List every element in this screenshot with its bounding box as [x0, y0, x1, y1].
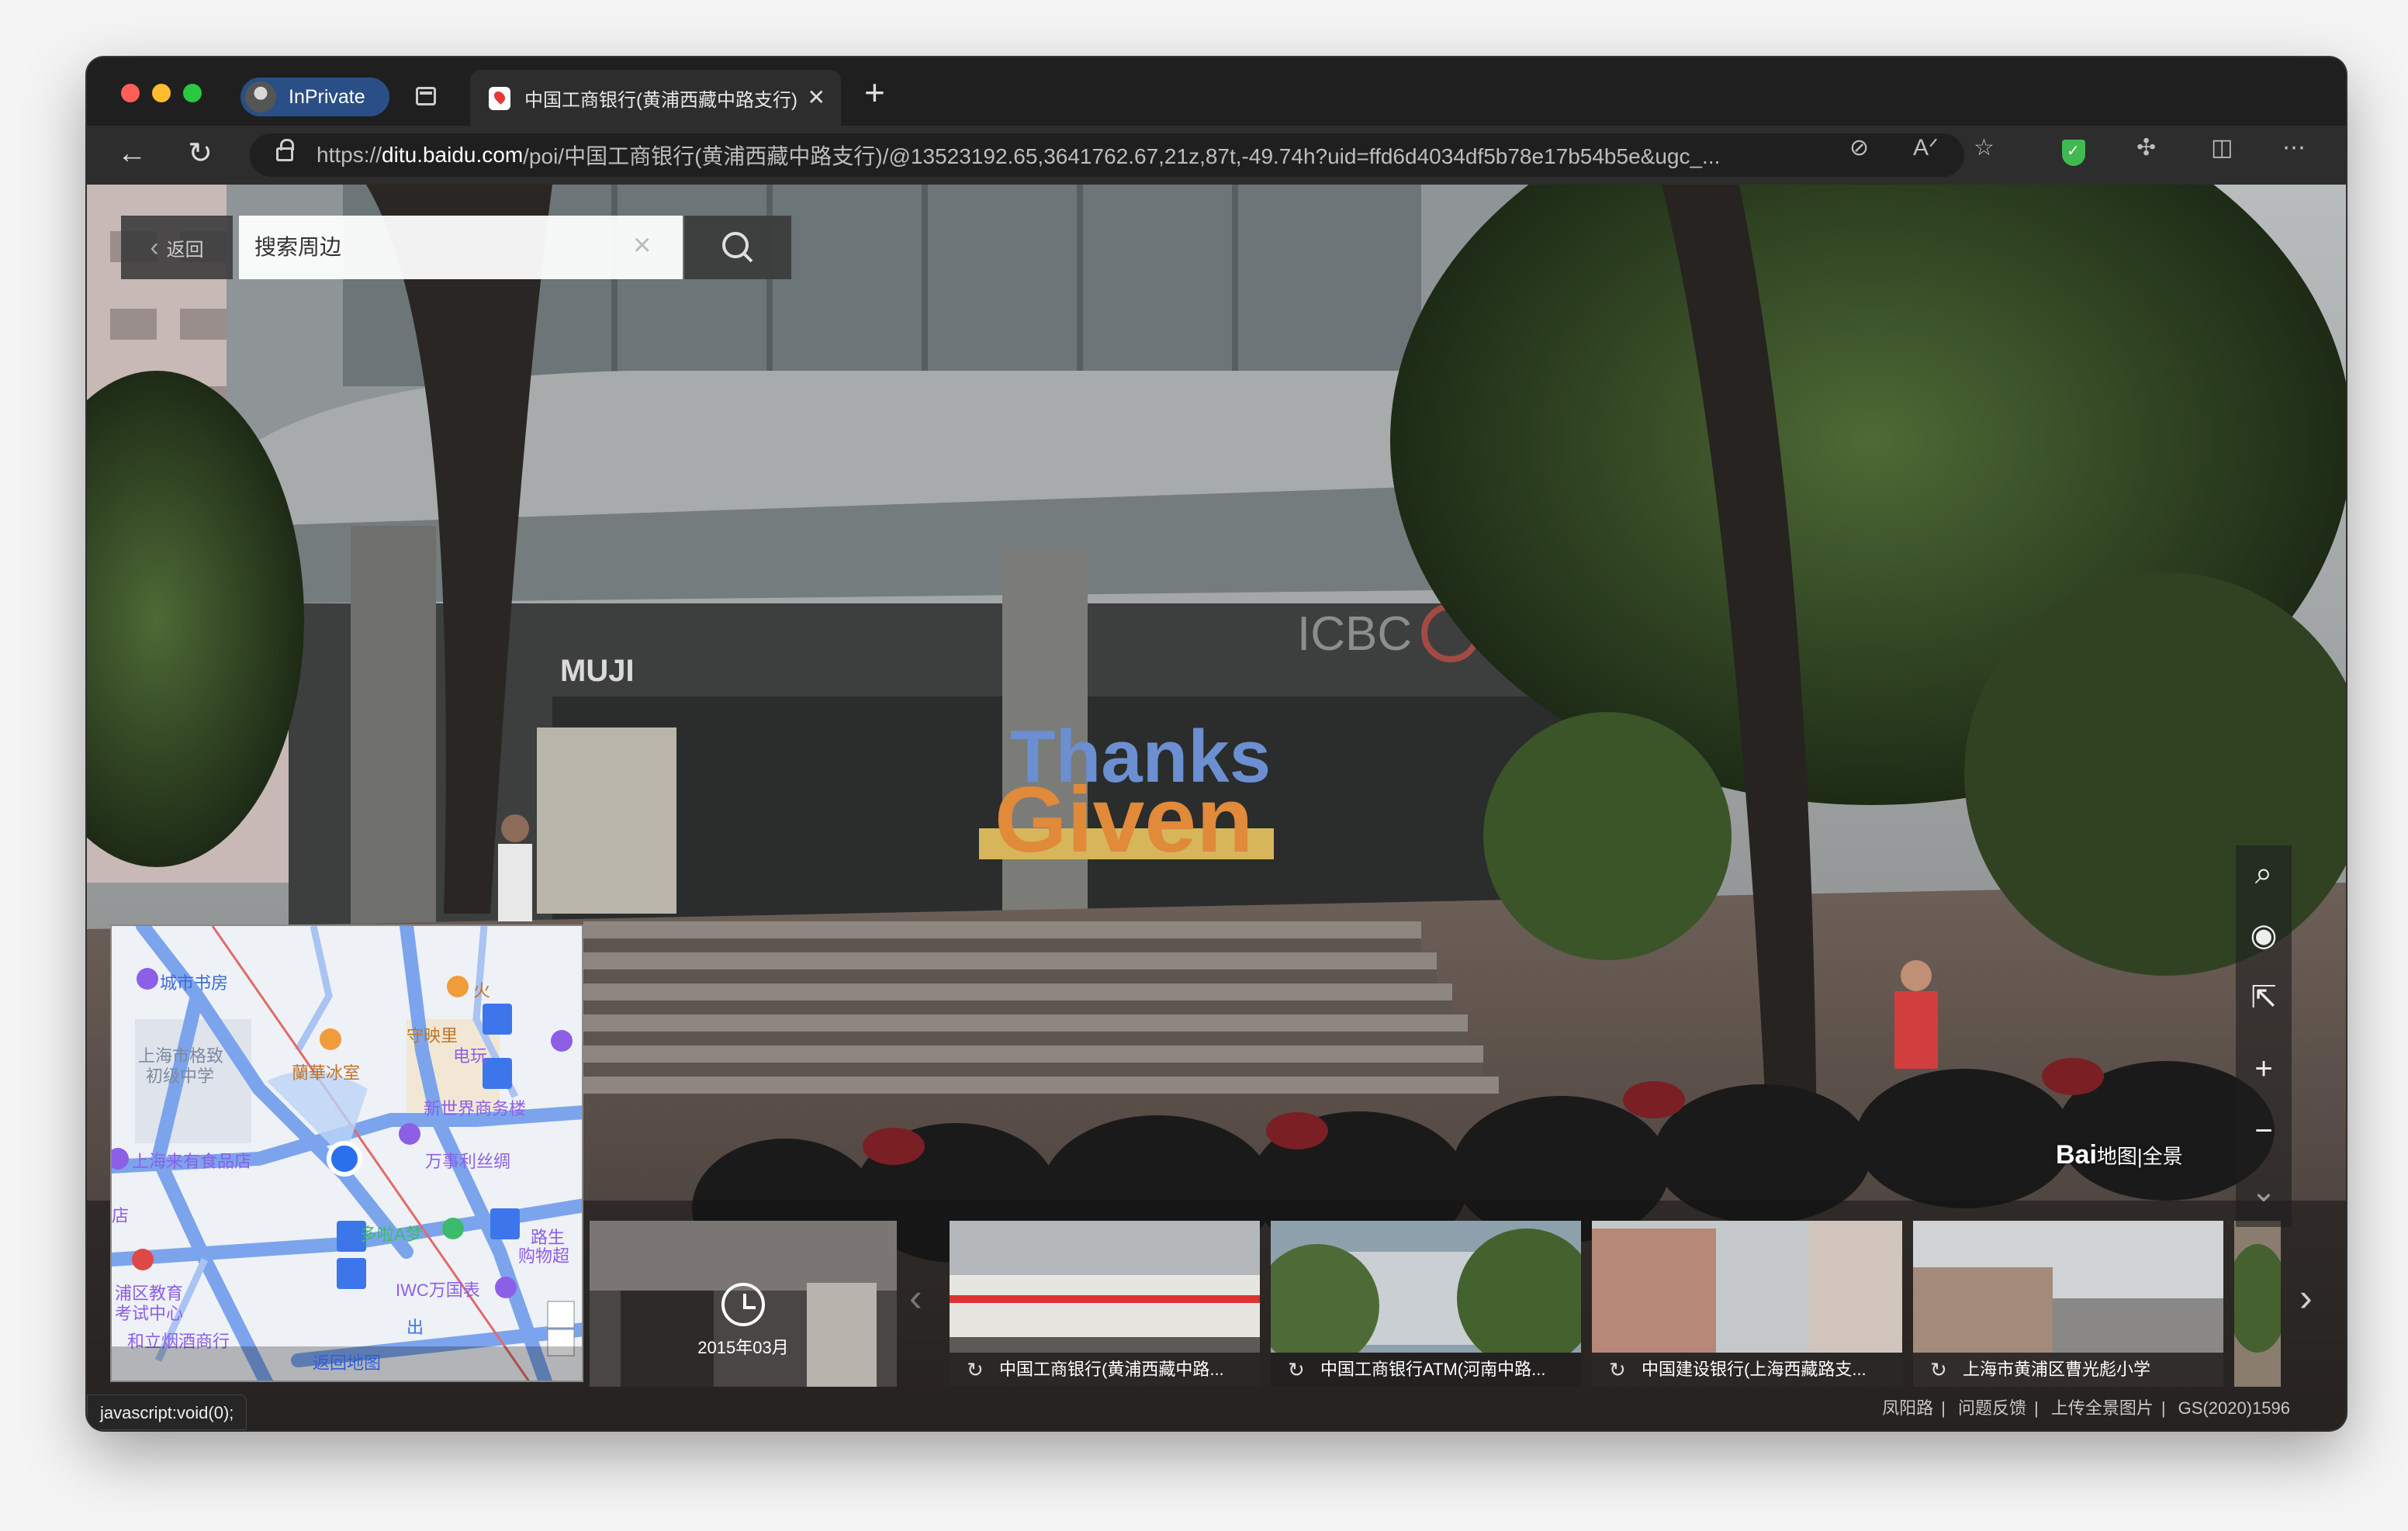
search-button[interactable]	[684, 216, 791, 279]
status-bar: javascript:void(0);	[87, 1394, 247, 1430]
map-label-13: 考试中心	[115, 1304, 184, 1323]
search-icon[interactable]: ⌕	[2236, 845, 2292, 901]
thumbs-next-arrow-icon[interactable]: ›	[2299, 1275, 2313, 1320]
browser-window: InPrivate 中国工商银行(黄浦西藏中路支行) ✕ + ← ↻ https…	[87, 57, 2346, 1430]
back-label: 返回	[166, 239, 204, 261]
tab-actions-icon[interactable]	[416, 87, 436, 105]
map-label-15: 火	[473, 981, 491, 1001]
inprivate-badge[interactable]: InPrivate	[240, 78, 389, 116]
more-menu-icon[interactable]: ⋯	[2282, 135, 2306, 161]
back-button[interactable]: ‹ 返回	[121, 216, 233, 279]
baidu-map-favicon-icon	[489, 87, 510, 110]
art-line-2: Given	[995, 768, 1253, 872]
map-label-4: 守映里	[407, 1026, 458, 1045]
thumb-caption: 中国工商银行ATM(河南中路...	[1271, 1353, 1581, 1387]
thumb-card[interactable]: 中国建设银行(上海西藏路支...	[1592, 1221, 1902, 1387]
baidu-logo: Bai地图|全景	[2056, 1140, 2183, 1170]
back-to-map-button[interactable]: 返回地图	[112, 1346, 582, 1381]
maximize-window-button[interactable]	[183, 84, 202, 102]
share-icon[interactable]: ⇱	[2236, 969, 2292, 1025]
refresh-icon[interactable]: ↻	[183, 137, 217, 171]
map-label-0: 城市书房	[160, 973, 229, 993]
search-bar: ‹ 返回 搜索周边 ×	[121, 216, 791, 279]
thumb-caption: 上海市黄浦区曹光彪小学	[1913, 1353, 2223, 1387]
extensions-icon[interactable]: ✣	[2136, 135, 2156, 161]
split-screen-icon[interactable]: ◫	[2211, 135, 2233, 161]
map-label-5: 电玩	[453, 1046, 488, 1066]
map-label-7: 万事利丝绸	[425, 1152, 511, 1171]
search-input[interactable]: 搜索周边	[239, 216, 683, 279]
thumb-caption: 中国工商银行(黄浦西藏中路...	[950, 1353, 1260, 1387]
avatar	[245, 81, 276, 112]
history-date: 2015年03月	[697, 1338, 789, 1357]
thumb-caption: 中国建设银行(上海西藏路支...	[1592, 1353, 1902, 1387]
read-aloud-icon[interactable]: Aᐟ	[1913, 135, 1939, 161]
clear-icon[interactable]: ×	[633, 228, 651, 263]
search-icon	[722, 232, 753, 263]
muji-sign: MUJI	[560, 654, 635, 688]
tab-title: 中国工商银行(黄浦西藏中路支行)	[524, 89, 797, 111]
new-tab-button[interactable]: +	[864, 74, 885, 110]
thumb-card[interactable]: 中国工商银行ATM(河南中路...	[1271, 1221, 1581, 1387]
shield-extension-icon[interactable]	[2062, 140, 2085, 166]
map-label-3: 蘭華冰室	[292, 1063, 361, 1083]
thumb-card[interactable]: 上海市黄浦区曹光彪小学	[1913, 1221, 2223, 1387]
history-time-control[interactable]: 2015年03月	[590, 1221, 897, 1387]
tracking-prevention-icon[interactable]: ⊘	[1849, 135, 1869, 161]
tab-strip: InPrivate 中国工商银行(黄浦西藏中路支行) ✕ +	[87, 57, 2346, 126]
page-viewport: MUJI ICBC Thanks Given ‹ 返回 搜索周边 × 城市书房 …	[87, 185, 2346, 1430]
favorite-star-icon[interactable]: ☆	[1974, 135, 1995, 161]
footer-link-upload[interactable]: 上传全景图片	[2051, 1398, 2154, 1418]
map-label-16: 路生	[531, 1228, 566, 1247]
close-window-button[interactable]	[121, 84, 140, 102]
map-label-2: 初级中学	[146, 1066, 215, 1086]
minimize-window-button[interactable]	[152, 84, 171, 102]
right-toolbar: ⌕ ◉ ⇱ + − ⌄	[2236, 845, 2292, 1227]
collapse-chevron-icon[interactable]: ⌄	[2236, 1163, 2292, 1219]
map-label-8: 上海来有食品店	[132, 1152, 252, 1171]
baidu-watermark-text: 地图|全景	[2096, 1145, 2183, 1168]
footer-links: 凤阳路 | 问题反馈 | 上传全景图片 | GS(2020)1596	[1882, 1398, 2290, 1418]
thumb-image	[2234, 1221, 2281, 1387]
toolbar: ← ↻ https://ditu.baidu.com/poi/中国工商银行(黄浦…	[87, 126, 2346, 185]
thumbs-prev-arrow-icon[interactable]: ‹	[909, 1275, 922, 1320]
thumb-card-partial[interactable]	[2234, 1221, 2281, 1387]
address-bar[interactable]: https://ditu.baidu.com/poi/中国工商银行(黄浦西藏中路…	[250, 133, 1964, 177]
chevron-left-icon: ‹	[150, 232, 159, 262]
thumb-card[interactable]: 中国工商银行(黄浦西藏中路...	[950, 1221, 1260, 1387]
map-label-17: 店	[112, 1206, 130, 1225]
map-label-9: 多啦A梦	[360, 1225, 423, 1244]
inprivate-label: InPrivate	[289, 85, 365, 108]
baidu-brand: Bai	[2056, 1140, 2097, 1170]
lock-icon	[276, 139, 294, 161]
mini-map[interactable]: 城市书房 上海市格致 初级中学 蘭華冰室 守映里 电玩 新世界商务楼 万事利丝绸…	[110, 924, 583, 1382]
footer-link-feedback[interactable]: 问题反馈	[1958, 1398, 2026, 1418]
map-label-18: 出	[407, 1318, 424, 1337]
url-prefix: https://	[317, 143, 382, 167]
camera-icon[interactable]: ◉	[2236, 907, 2292, 963]
icbc-sign: ICBC	[1297, 607, 1412, 661]
zoom-out-icon[interactable]: −	[2236, 1103, 2292, 1159]
map-label-10: IWC万国表	[396, 1280, 480, 1300]
zoom-in-icon[interactable]: +	[2236, 1041, 2292, 1097]
footer-link-license[interactable]: GS(2020)1596	[2178, 1398, 2290, 1418]
tab-active[interactable]: 中国工商银行(黄浦西藏中路支行) ✕	[470, 70, 841, 126]
back-arrow-icon[interactable]: ←	[115, 137, 149, 171]
url-host: ditu.baidu.com	[382, 143, 524, 167]
map-label-6: 新世界商务楼	[424, 1099, 527, 1118]
clock-icon	[721, 1283, 765, 1326]
url-path: /poi/中国工商银行(黄浦西藏中路支行)/@13523192.65,36417…	[523, 144, 1721, 168]
footer-link-street[interactable]: 凤阳路	[1882, 1398, 1933, 1418]
tab-close-icon[interactable]: ✕	[808, 87, 825, 109]
